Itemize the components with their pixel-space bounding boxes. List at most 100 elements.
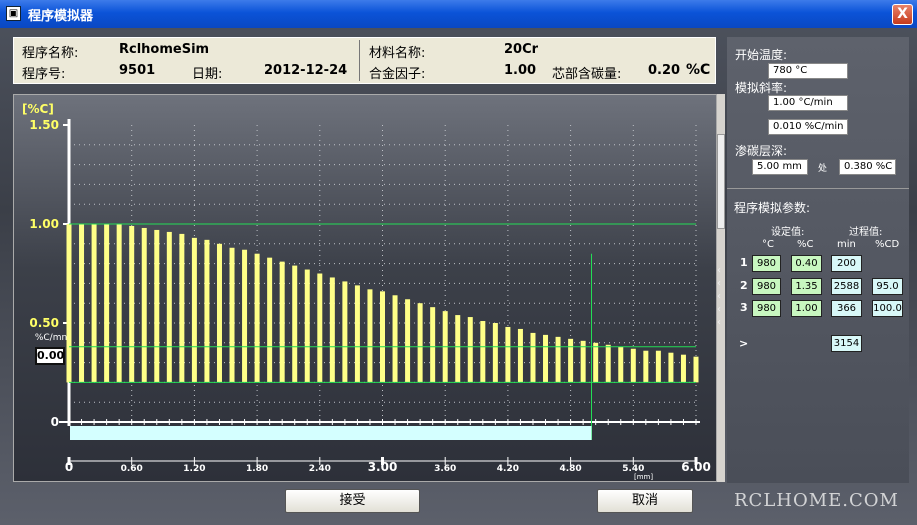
data-bar — [304, 269, 310, 383]
program-name-label: 程序名称: — [22, 46, 79, 61]
start-temp-label: 开始温度: — [735, 48, 788, 62]
alloy-factor-label: 合金因子: — [369, 67, 426, 82]
progress-bar — [70, 426, 592, 440]
data-bar — [216, 243, 222, 383]
step2-carbon-cell[interactable]: 1.35 — [791, 278, 822, 295]
core-carbon-unit: %C — [686, 62, 711, 78]
y-axis-label: [%C] — [22, 102, 54, 116]
data-bar — [655, 350, 661, 383]
x-tick-label: 3.60 — [434, 464, 456, 474]
col-carbon-header: %C — [797, 239, 814, 250]
data-bar — [543, 334, 549, 383]
material-value: 20Cr — [504, 42, 539, 57]
step2-min-cell: 2588 — [831, 278, 862, 295]
data-bar — [342, 281, 348, 383]
data-bar — [129, 225, 135, 383]
step1-carbon-cell[interactable]: 0.40 — [791, 255, 822, 272]
program-no-label: 程序号: — [22, 67, 66, 82]
data-bar — [605, 344, 611, 383]
x-tick-label: 6.00 — [681, 460, 711, 474]
data-bar — [555, 336, 561, 383]
cancel-button[interactable]: 取消 — [597, 489, 693, 513]
date-label: 日期: — [192, 67, 223, 82]
total-arrow: > — [739, 337, 749, 350]
x-tick-label: 2.40 — [309, 464, 331, 474]
step2-temp-cell[interactable]: 980 — [752, 278, 781, 295]
data-bar — [91, 224, 97, 383]
x-tick-label: 1.20 — [183, 464, 205, 474]
window-title: 程序模拟器 — [28, 9, 94, 24]
data-bar — [693, 356, 699, 383]
simulator-window: ▣ 程序模拟器 X 程序名称: RclhomeSim 程序号: 9501 日期:… — [0, 0, 917, 525]
start-temp-field[interactable]: 780 °C — [768, 63, 848, 79]
chevron-left-icon[interactable]: ‹ — [717, 279, 721, 289]
y-tick-label: 1.00 — [29, 217, 59, 231]
chevron-left-icon[interactable]: ‹ — [717, 318, 721, 328]
simulation-settings-panel: 开始温度: 780 °C 模拟斜率: 1.00 °C/min 0.010 %C/… — [727, 37, 909, 483]
slope-carbon-field[interactable]: 0.010 %C/min — [768, 119, 848, 135]
x-tick-label: 0.60 — [121, 464, 143, 474]
step2-cd-cell: 95.0 — [872, 278, 903, 295]
data-bar — [492, 323, 498, 383]
row-number: 2 — [740, 279, 748, 292]
col-temp-header: °C — [762, 239, 774, 250]
data-bar — [79, 224, 85, 383]
app-icon: ▣ — [6, 6, 21, 21]
case-depth-field[interactable]: 5.00 mm — [752, 159, 808, 175]
step3-temp-cell[interactable]: 980 — [752, 300, 781, 317]
step3-cd-cell: 100.0 — [872, 300, 903, 317]
alloy-factor-value: 1.00 — [504, 63, 537, 78]
data-bar — [242, 249, 248, 383]
panel-divider — [727, 188, 909, 189]
y-tick-label: 0 — [51, 415, 59, 429]
x-tick-label: 1.80 — [246, 464, 268, 474]
data-bar — [405, 299, 411, 383]
carbon-profile-chart: 0 0.50 1.00 1.50 [%C] 0 0.60 1.20 1.80 2.40 3.00 3.… — [13, 94, 717, 482]
data-bar — [154, 229, 160, 383]
step3-min-cell: 366 — [831, 300, 862, 317]
params-title: 程序模拟参数: — [734, 201, 811, 215]
step1-min-cell: 200 — [831, 255, 862, 272]
data-bar — [568, 338, 574, 383]
program-name-value: RclhomeSim — [119, 42, 210, 57]
watermark: RCLHOME.COM — [734, 490, 899, 511]
row-number: 3 — [740, 301, 748, 314]
chevron-left-icon[interactable]: ‹ — [717, 305, 721, 315]
data-bar — [680, 354, 686, 383]
data-bar — [380, 291, 385, 383]
sim-slope-label: 模拟斜率: — [735, 81, 788, 95]
close-button[interactable]: X — [892, 4, 913, 25]
chevron-left-icon[interactable]: ‹ — [717, 266, 721, 276]
case-carbon-field[interactable]: 0.380 %C — [839, 159, 896, 175]
program-info-panel: 程序名称: RclhomeSim 程序号: 9501 日期: 2012-12-2… — [13, 37, 716, 84]
scrollbar-thumb[interactable] — [717, 134, 725, 229]
title-bar[interactable]: ▣ 程序模拟器 X — [0, 0, 917, 28]
step3-carbon-cell[interactable]: 1.00 — [791, 300, 822, 317]
x-tick-label: 4.20 — [497, 464, 519, 474]
row-number: 1 — [740, 256, 748, 269]
data-bar — [392, 295, 398, 383]
info-divider — [359, 40, 360, 81]
data-bar — [668, 352, 674, 383]
data-bar — [430, 307, 436, 383]
data-bar — [455, 315, 461, 383]
data-bar — [367, 289, 373, 383]
data-bar — [267, 257, 273, 383]
data-bar — [630, 348, 636, 383]
program-no-value: 9501 — [119, 63, 156, 78]
x-tick-label: 0 — [65, 460, 73, 474]
data-bar — [317, 273, 323, 383]
data-bar — [292, 265, 298, 383]
step1-temp-cell[interactable]: 980 — [752, 255, 781, 272]
x-axis-label: [mm] — [634, 473, 653, 481]
data-bar — [354, 285, 360, 383]
data-bar — [179, 233, 185, 383]
data-bar — [166, 231, 172, 383]
rate-value: 0.00 — [35, 347, 65, 365]
data-bar — [467, 317, 473, 383]
accept-button[interactable]: 接受 — [285, 489, 420, 513]
slope-temp-field[interactable]: 1.00 °C/min — [768, 95, 848, 111]
chevron-left-icon[interactable]: ‹ — [717, 292, 721, 302]
y-tick-label: 0.50 — [29, 316, 59, 330]
set-value-header: 设定值: — [771, 227, 805, 238]
